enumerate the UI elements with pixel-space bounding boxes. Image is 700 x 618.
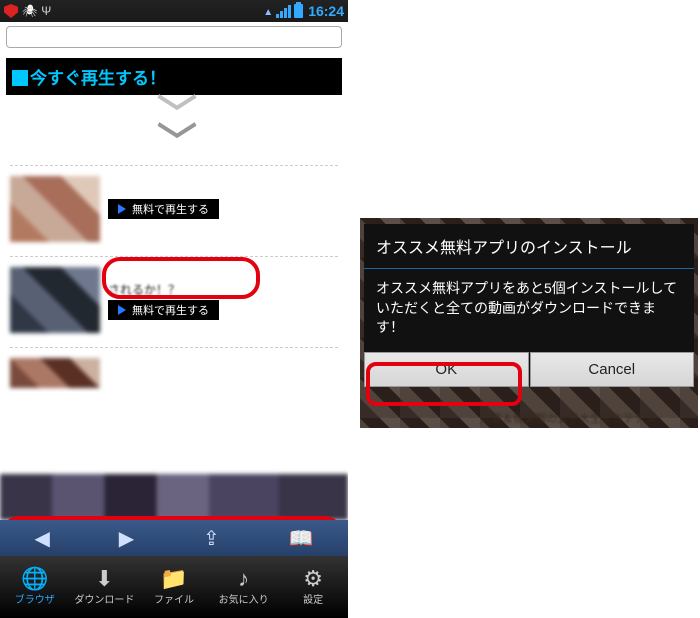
tab-label: お気に入り bbox=[219, 591, 269, 606]
share-button[interactable]: ⇪ bbox=[203, 526, 220, 551]
bottom-tabbar: 🌐 ブラウザ ⬇ ダウンロード 📁 ファイル ♪ お気に入り ⚙ 設定 bbox=[0, 556, 348, 618]
install-recommend-dialog: オススメ無料アプリのインストール オススメ無料アプリをあと5個インストールしてい… bbox=[364, 224, 694, 387]
usb-icon bbox=[41, 4, 51, 18]
forward-button[interactable]: ▶ bbox=[119, 526, 134, 551]
battery-icon bbox=[294, 4, 303, 18]
tab-favorite[interactable]: ♪ お気に入り bbox=[209, 556, 279, 618]
play-free-label: 無料で再生する bbox=[132, 302, 209, 318]
globe-icon: 🌐 bbox=[21, 568, 48, 590]
tab-label: ダウンロード bbox=[74, 591, 134, 606]
signal-icon bbox=[276, 5, 291, 18]
bookmarks-button[interactable]: 📖 bbox=[289, 526, 314, 551]
back-button[interactable]: ◀ bbox=[34, 526, 49, 551]
dialog-body: オススメ無料アプリをあと5個インストールしていただくと全ての動画がダウンロードで… bbox=[364, 269, 694, 352]
address-bar[interactable] bbox=[6, 26, 342, 48]
webpage-content: 今すぐ再生する！ ﹀﹀ 無料で再生する されるか！？ 無料で再生する bbox=[0, 52, 348, 520]
music-note-icon: ♪ bbox=[238, 568, 249, 590]
video-thumbnail-blurred bbox=[10, 358, 100, 388]
banner-text: 今すぐ再生する！ bbox=[30, 69, 166, 88]
tab-file[interactable]: 📁 ファイル bbox=[139, 556, 209, 618]
video-list-item[interactable]: 無料で再生する bbox=[0, 166, 348, 248]
tab-label: ファイル bbox=[154, 591, 194, 606]
tab-label: 設定 bbox=[303, 591, 323, 606]
video-strip-blurred bbox=[0, 474, 348, 520]
browser-toolbar: ◀ ▶ ⇪ 📖 bbox=[0, 520, 348, 556]
video-list-item[interactable] bbox=[0, 348, 348, 388]
dialog-button-row: OK Cancel bbox=[364, 352, 694, 387]
phone-screenshot-right: オススメ無料アプリのインストール オススメ無料アプリをあと5個インストールしてい… bbox=[360, 218, 700, 428]
banner-play-now: 今すぐ再生する！ bbox=[6, 58, 342, 95]
play-free-button[interactable]: 無料で再生する bbox=[108, 300, 219, 320]
tab-download[interactable]: ⬇ ダウンロード bbox=[70, 556, 140, 618]
chevron-down-icon: ﹀﹀ bbox=[0, 101, 348, 157]
phone-screenshot-left: 16:24 今すぐ再生する！ ﹀﹀ 無料で再生する されるか！？ bbox=[0, 0, 348, 618]
statusbar-clock: 16:24 bbox=[308, 3, 344, 19]
play-icon bbox=[118, 305, 126, 315]
mcafee-shield-icon bbox=[4, 4, 18, 18]
video-list-item[interactable]: されるか！？ 無料で再生する bbox=[0, 257, 348, 339]
tab-browser[interactable]: 🌐 ブラウザ bbox=[0, 556, 70, 618]
cancel-button[interactable]: Cancel bbox=[530, 352, 695, 387]
browser-chrome-top bbox=[0, 22, 348, 52]
download-icon: ⬇ bbox=[95, 568, 113, 590]
gear-icon: ⚙ bbox=[303, 568, 323, 590]
folder-icon: 📁 bbox=[160, 568, 187, 590]
ok-button[interactable]: OK bbox=[364, 352, 529, 387]
video-thumbnail-blurred bbox=[10, 267, 100, 333]
play-free-label: 無料で再生する bbox=[132, 201, 209, 217]
play-icon bbox=[118, 204, 126, 214]
dialog-backdrop: オススメ無料アプリのインストール オススメ無料アプリをあと5個インストールしてい… bbox=[360, 218, 698, 428]
wifi-icon bbox=[263, 4, 273, 18]
android-statusbar: 16:24 bbox=[0, 0, 348, 22]
video-thumbnail-blurred bbox=[10, 176, 100, 242]
dialog-title: オススメ無料アプリのインストール bbox=[364, 224, 694, 269]
background-text-blurred: 池袋＆後楽園の女子大生をカテテン bbox=[480, 410, 690, 426]
banner-square-icon bbox=[12, 70, 28, 86]
video-title-blurred: されるか！？ bbox=[108, 281, 219, 298]
debug-icon bbox=[22, 4, 37, 18]
play-free-button[interactable]: 無料で再生する bbox=[108, 199, 219, 219]
tab-label: ブラウザ bbox=[15, 591, 55, 606]
tab-settings[interactable]: ⚙ 設定 bbox=[278, 556, 348, 618]
